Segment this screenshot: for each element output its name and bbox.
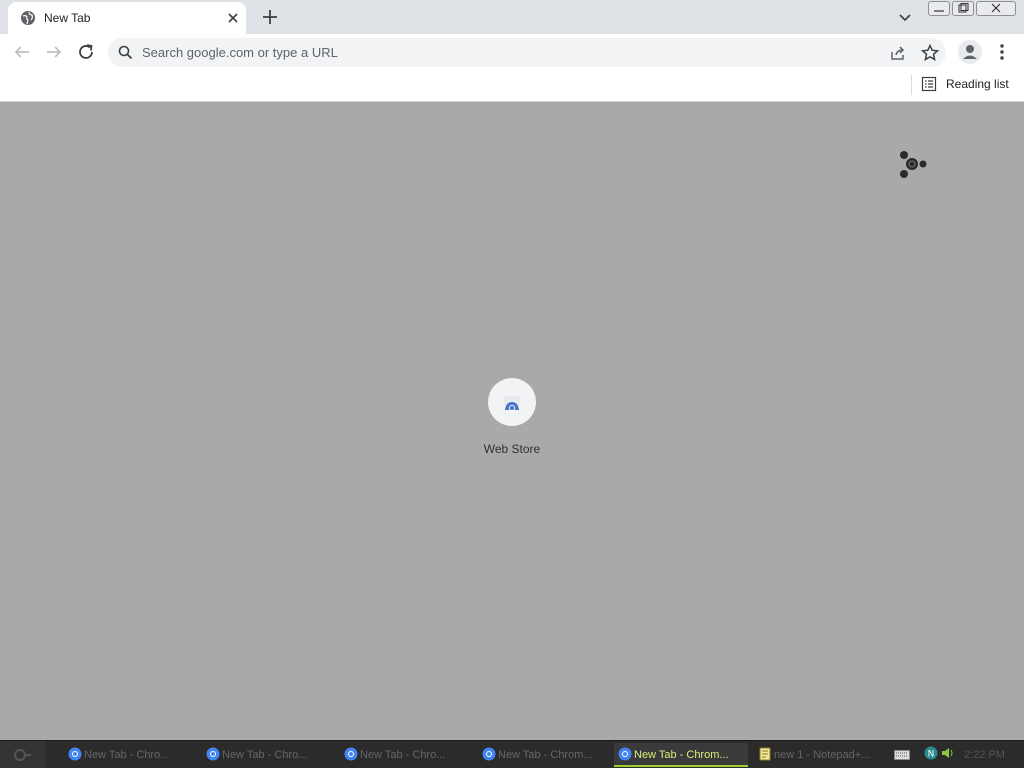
tab-title: New Tab [44,11,91,25]
reading-list-label: Reading list [946,77,1009,91]
close-window-button[interactable] [976,1,1016,16]
chrome-icon [344,747,358,761]
omnibox-placeholder: Search google.com or type a URL [142,45,338,60]
reading-list-icon [921,76,937,92]
chrome-icon [206,747,220,761]
customize-icon[interactable] [894,147,930,181]
minimize-button[interactable] [928,1,950,16]
tab-new-tab[interactable]: New Tab [8,2,246,34]
omnibox[interactable]: Search google.com or type a URL [108,38,946,67]
taskbar-item-chrome-active[interactable]: New Tab - Chrom... [614,743,748,767]
globe-icon [21,11,35,25]
back-arrow-icon[interactable] [10,40,34,64]
taskbar-item-label: New Tab - Chrom... [634,749,729,761]
taskbar-item-notepad[interactable]: new 1 - Notepad+... [754,743,888,767]
taskbar-item-chrome-2[interactable]: New Tab - Chro... [202,743,336,767]
chrome-icon [618,747,632,761]
taskbar-item-label: New Tab - Chro... [360,749,446,761]
chevron-down-icon[interactable] [894,7,916,27]
star-icon[interactable] [920,43,940,63]
profile-icon [963,45,977,59]
taskbar-item-label: new 1 - Notepad+... [774,749,871,761]
taskbar-item-label: New Tab - Chrom... [498,749,593,761]
search-icon [118,45,133,60]
taskbar: New Tab - Chro... New Tab - Chro... New … [0,740,1024,768]
share-icon[interactable] [888,43,908,63]
taskbar-item-label: New Tab - Chro... [84,749,170,761]
chrome-icon [482,747,496,761]
clock: 2:22 PM [964,749,1005,761]
taskbar-item-chrome-4[interactable]: New Tab - Chrom... [478,743,612,767]
profile-button[interactable] [958,40,982,64]
start-icon [14,749,31,761]
volume-icon[interactable] [940,746,954,760]
window-controls [928,1,1020,17]
shortcut-tile [488,378,536,426]
taskbar-item-label: New Tab - Chro... [222,749,308,761]
kebab-menu-icon[interactable] [992,40,1012,64]
keyboard-icon[interactable] [894,750,910,760]
tab-strip: New Tab [0,0,1024,34]
close-icon[interactable] [224,9,242,27]
start-button[interactable] [0,741,46,768]
shortcut-label: Web Store [483,442,541,456]
plus-icon[interactable] [258,5,282,29]
bookmarks-bar: Reading list [0,70,1024,102]
shortcut-web-store[interactable]: Web Store [472,377,552,461]
chrome-icon [68,747,82,761]
network-icon[interactable]: N [924,746,938,760]
taskbar-item-chrome-1[interactable]: New Tab - Chro... [64,743,198,767]
taskbar-item-chrome-3[interactable]: New Tab - Chro... [340,743,474,767]
web-store-icon [503,396,521,411]
reload-icon[interactable] [74,40,98,64]
bookmarks-separator [911,75,912,95]
svg-text:N: N [928,750,935,760]
browser-toolbar: Search google.com or type a URL [0,34,1024,70]
notepad-icon [759,747,771,761]
forward-arrow-icon[interactable] [42,40,66,64]
system-tray: N 2:22 PM [890,745,1024,765]
new-tab-page: Web Store [0,103,1024,740]
maximize-button[interactable] [952,1,974,16]
